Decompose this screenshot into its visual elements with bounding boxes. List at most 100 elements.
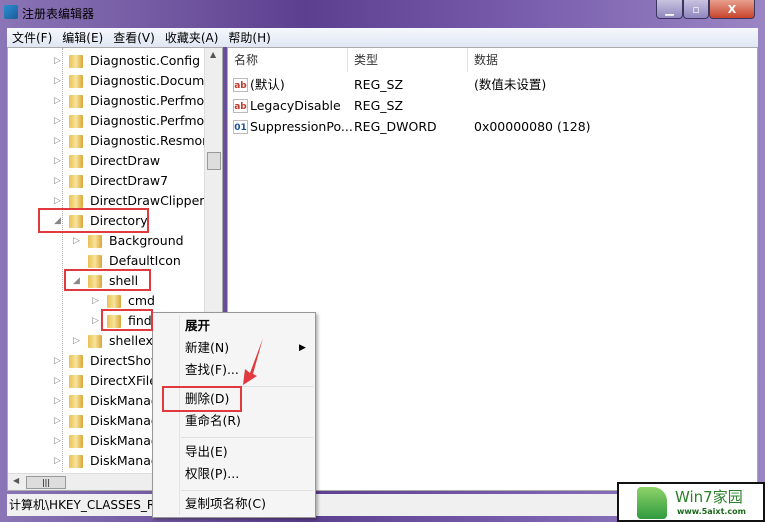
expand-arrow-icon[interactable]: ▷ (73, 331, 81, 351)
value-row[interactable]: ab (默认) REG_SZ (数值未设置) (228, 74, 757, 95)
value-name: LegacyDisable (250, 98, 341, 113)
expand-arrow-icon[interactable]: ▷ (54, 51, 62, 71)
tree-node[interactable]: ▷ Diagnostic.Resmon. (8, 131, 214, 151)
menu-item-new[interactable]: 新建(N) (185, 337, 229, 359)
expand-arrow-icon[interactable]: ▷ (54, 91, 62, 111)
value-data: (数值未设置) (474, 77, 547, 92)
tree-node-label: DiskManag (90, 453, 159, 468)
folder-icon (69, 175, 83, 188)
expand-arrow-icon[interactable]: ▷ (54, 411, 62, 431)
folder-icon (69, 355, 83, 368)
folder-icon (69, 395, 83, 408)
tree-node[interactable]: ▷ Diagnostic.Perfmon (8, 111, 212, 131)
folder-icon (88, 335, 102, 348)
column-data[interactable]: 数据 (468, 48, 758, 72)
tree-node-label: Diagnostic.Perfmon (90, 93, 213, 108)
expand-arrow-icon[interactable]: ▷ (54, 391, 62, 411)
column-name[interactable]: 名称 (228, 48, 348, 72)
menu-bar: 文件(F) 编辑(E) 查看(V) 收藏夹(A) 帮助(H) (7, 28, 758, 47)
tree-node-label: DirectXFile (90, 373, 157, 388)
house-icon (637, 487, 667, 519)
menu-item-export[interactable]: 导出(E) (185, 441, 228, 463)
folder-icon (69, 155, 83, 168)
value-row[interactable]: ab LegacyDisable REG_SZ (228, 95, 757, 116)
menu-item-expand[interactable]: 展开 (185, 315, 210, 337)
expand-arrow-icon[interactable]: ▷ (54, 151, 62, 171)
tree-node[interactable]: ▷ DirectDraw7 (8, 171, 204, 191)
highlight-delete (162, 386, 242, 412)
highlight-find (101, 309, 153, 331)
expand-arrow-icon[interactable]: ▷ (54, 451, 62, 471)
tree-node-label: DiskManag (90, 433, 159, 448)
watermark-brand: Win7家园 (675, 488, 743, 506)
expand-arrow-icon[interactable]: ▷ (92, 291, 100, 311)
expand-arrow-icon[interactable]: ▷ (54, 431, 62, 451)
tree-node[interactable]: ▷ DirectDraw (8, 151, 204, 171)
expand-arrow-icon[interactable]: ▷ (54, 131, 62, 151)
regedit-icon (4, 5, 18, 19)
folder-icon (69, 195, 83, 208)
tree-node-label: DefaultIcon (109, 253, 181, 268)
minimize-button[interactable]: ▁ (656, 0, 683, 19)
tree-node[interactable]: DefaultIcon (8, 251, 204, 271)
menu-item-find[interactable]: 查找(F)... (185, 359, 239, 381)
tree-node[interactable]: ▷ Background (8, 231, 204, 251)
watermark-url: www.5aixt.com (677, 507, 747, 516)
tree-node[interactable]: ▷ cmd (8, 291, 204, 311)
value-type: REG_SZ (354, 98, 404, 113)
folder-icon (69, 75, 83, 88)
close-button[interactable]: X (709, 0, 755, 19)
scroll-thumb[interactable] (207, 152, 221, 170)
highlight-shell (64, 269, 151, 291)
menu-item-rename[interactable]: 重命名(R) (185, 410, 241, 432)
value-data: 0x00000080 (128) (474, 119, 591, 134)
tree-node-label: cmd (128, 293, 155, 308)
maximize-button[interactable]: ▫ (683, 0, 709, 19)
scroll-up-icon[interactable]: ▲ (210, 50, 216, 59)
menu-item-copy-key-name[interactable]: 复制项名称(C) (185, 493, 266, 515)
expand-arrow-icon[interactable]: ▷ (54, 371, 62, 391)
tree-node[interactable]: ▷ Diagnostic.Config (8, 51, 204, 71)
expand-arrow-icon[interactable]: ▷ (73, 231, 81, 251)
expand-arrow-icon[interactable]: ▷ (92, 311, 100, 331)
tree-node-label: Background (109, 233, 184, 248)
folder-icon (69, 375, 83, 388)
tree-node-label: Diagnostic.Config (90, 53, 201, 68)
tree-node-label: DirectShow (90, 353, 162, 368)
scroll-left-icon[interactable]: ◀ (13, 476, 19, 485)
tree-node-label: Diagnostic.Documer (90, 73, 218, 88)
folder-icon (69, 55, 83, 68)
menu-view[interactable]: 查看(V) (108, 29, 160, 46)
folder-icon (69, 455, 83, 468)
binary-value-icon: 01 (233, 120, 248, 134)
context-menu: 展开 新建(N) ▶ 查找(F)... 删除(D) 重命名(R) 导出(E) 权… (152, 312, 316, 518)
menu-item-permissions[interactable]: 权限(P)... (185, 463, 239, 485)
tree-node[interactable]: ▷ Diagnostic.Documer (8, 71, 217, 91)
expand-arrow-icon[interactable]: ▷ (54, 71, 62, 91)
expand-arrow-icon[interactable]: ▷ (54, 351, 62, 371)
submenu-arrow-icon: ▶ (299, 343, 306, 353)
tree-node[interactable]: ▷ Diagnostic.Perfmon (8, 91, 212, 111)
tree-node-label: Diagnostic.Resmon. (90, 133, 215, 148)
string-value-icon: ab (233, 78, 248, 92)
expand-arrow-icon[interactable]: ▷ (54, 111, 62, 131)
column-type[interactable]: 类型 (348, 48, 468, 72)
folder-icon (69, 95, 83, 108)
red-arrow-icon (243, 338, 263, 385)
folder-icon (88, 255, 102, 268)
folder-icon (107, 295, 121, 308)
expand-arrow-icon[interactable]: ▷ (54, 171, 62, 191)
menu-edit[interactable]: 编辑(E) (57, 29, 108, 46)
menu-favorites[interactable]: 收藏夹(A) (160, 29, 224, 46)
tree-node-label: DirectDraw7 (90, 173, 169, 188)
highlight-directory (38, 208, 149, 233)
registry-editor-window: 注册表编辑器 ▁ ▫ X 文件(F) 编辑(E) 查看(V) 收藏夹(A) 帮助… (0, 0, 765, 522)
window-title: 注册表编辑器 (22, 7, 95, 21)
folder-icon (69, 435, 83, 448)
value-row[interactable]: 01 SuppressionPo... REG_DWORD 0x00000080… (228, 116, 757, 137)
menu-help[interactable]: 帮助(H) (223, 29, 275, 46)
tree-node-label: DirectDraw (90, 153, 161, 168)
scroll-thumb-h[interactable]: ||| (26, 476, 66, 489)
menu-file[interactable]: 文件(F) (7, 29, 57, 46)
value-name: SuppressionPo... (250, 119, 353, 134)
